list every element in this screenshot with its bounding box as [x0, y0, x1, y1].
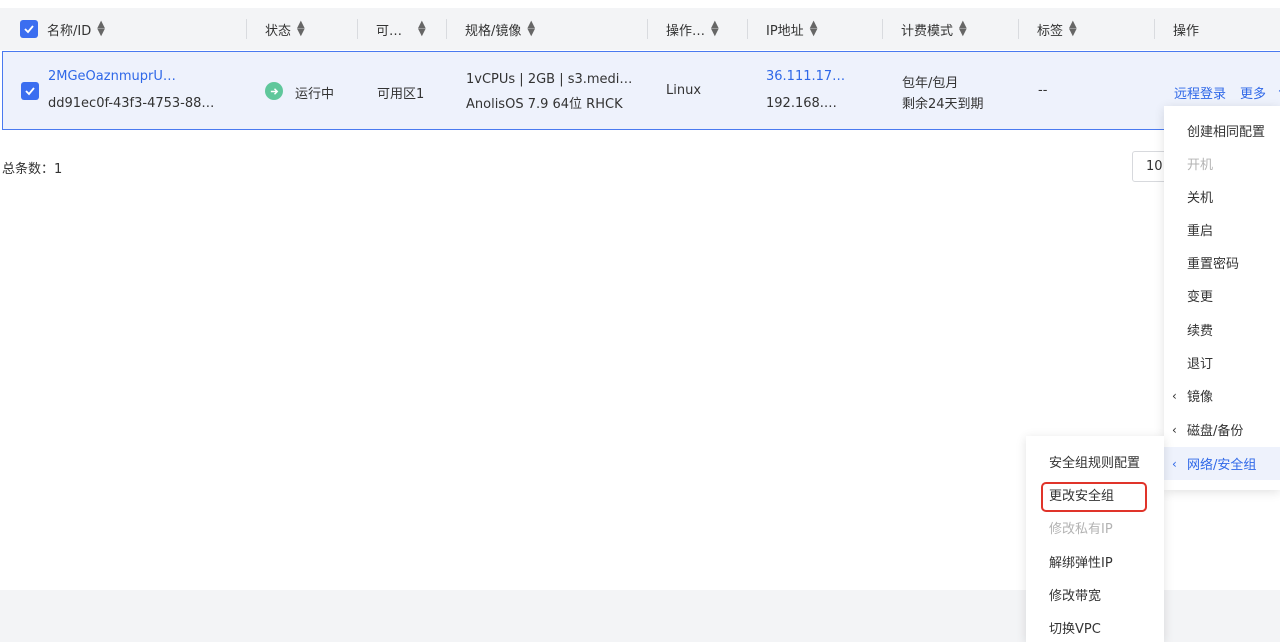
instance-name-link[interactable]: 2MGeOaznmuprU…: [48, 69, 176, 84]
menu-item-reset-password[interactable]: 重置密码: [1164, 246, 1280, 279]
header-checkbox[interactable]: [20, 8, 38, 50]
image-text: AnolisOS 7.9 64位 RHCK: [466, 97, 623, 112]
chevron-left-icon: ‹: [1172, 388, 1177, 403]
column-header-status[interactable]: 状态 ▲ ▼: [265, 8, 305, 50]
spec-text: 1vCPUs | 2GB | s3.medi…: [466, 72, 633, 87]
sort-icon[interactable]: ▲ ▼: [97, 20, 105, 38]
more-actions-menu: 创建相同配置 开机 关机 重启 重置密码 变更 续费 退订 ‹ 镜像 ‹ 磁盘/备份…: [1164, 106, 1280, 490]
sort-icon[interactable]: ▲ ▼: [527, 20, 535, 38]
column-divider: [882, 19, 883, 39]
table-header: 名称/ID ▲ ▼ 状态 ▲ ▼ 可… ▲ ▼ 规格/镜像 ▲ ▼ 操作… ▲ ▼ IP地址 ▲ ▼ 计…: [0, 8, 1280, 50]
chevron-up-icon: ⌃: [1276, 87, 1280, 102]
column-header-zone[interactable]: 可… ▲ ▼: [376, 8, 426, 50]
menu-item-restart[interactable]: 重启: [1164, 213, 1280, 246]
column-divider: [647, 19, 648, 39]
menu-item-change[interactable]: 变更: [1164, 279, 1280, 312]
submenu-item-unbind-eip[interactable]: 解绑弹性IP: [1026, 545, 1164, 578]
sort-icon[interactable]: ▲ ▼: [297, 20, 305, 38]
os-text: Linux: [666, 83, 702, 98]
check-icon: [24, 25, 34, 34]
running-status-icon: [265, 82, 283, 100]
submenu-item-switch-vpc[interactable]: 切换VPC: [1026, 611, 1164, 642]
highlight-annotation: [1041, 482, 1147, 512]
select-all-checkbox[interactable]: [20, 20, 38, 38]
column-divider: [446, 19, 447, 39]
private-ip-text: 192.168.…: [766, 96, 837, 111]
submenu-item-security-group-rules[interactable]: 安全组规则配置: [1026, 445, 1164, 478]
menu-item-unsubscribe[interactable]: 退订: [1164, 346, 1280, 379]
column-header-actions: 操作: [1173, 23, 1200, 39]
row-checkbox[interactable]: [21, 82, 39, 100]
menu-item-create-same-config[interactable]: 创建相同配置: [1164, 114, 1280, 147]
menu-item-power-on: 开机: [1187, 158, 1214, 173]
instance-id: dd91ec0f-43f3-4753-88…: [48, 96, 215, 111]
column-divider: [1018, 19, 1019, 39]
menu-item-disk-backup[interactable]: ‹ 磁盘/备份: [1164, 413, 1280, 446]
billing-remaining-text: 剩余24天到期: [902, 97, 984, 112]
column-divider: [357, 19, 358, 39]
column-header-spec[interactable]: 规格/镜像 ▲ ▼: [465, 8, 535, 50]
sort-icon[interactable]: ▲ ▼: [810, 20, 818, 38]
sort-icon[interactable]: ▲ ▼: [1069, 20, 1077, 38]
billing-mode-text: 包年/包月: [902, 76, 959, 91]
check-icon: [25, 87, 35, 96]
menu-item-renew[interactable]: 续费: [1164, 313, 1280, 346]
total-count: 总条数：1: [2, 162, 63, 177]
column-header-tag[interactable]: 标签 ▲ ▼: [1037, 8, 1077, 50]
menu-item-image[interactable]: ‹ 镜像: [1164, 379, 1280, 412]
column-divider: [747, 19, 748, 39]
column-header-billing[interactable]: 计费模式 ▲ ▼: [901, 8, 967, 50]
menu-item-network-security-group[interactable]: ‹ 网络/安全组: [1164, 447, 1280, 480]
public-ip-link[interactable]: 36.111.17…: [766, 69, 845, 84]
zone-text: 可用区1: [377, 87, 425, 102]
sort-icon[interactable]: ▲ ▼: [959, 20, 967, 38]
sort-icon[interactable]: ▲ ▼: [418, 20, 426, 38]
column-header-name[interactable]: 名称/ID ▲ ▼: [47, 8, 105, 50]
submenu-item-modify-private-ip: 修改私有IP: [1049, 522, 1113, 537]
chevron-left-icon: ‹: [1172, 456, 1177, 471]
column-header-os[interactable]: 操作… ▲ ▼: [666, 8, 719, 50]
more-actions-link[interactable]: 更多 ⌃: [1240, 83, 1280, 102]
chevron-left-icon: ‹: [1172, 422, 1177, 437]
table-row[interactable]: 2MGeOaznmuprU… dd91ec0f-43f3-4753-88… 运行…: [2, 51, 1280, 130]
sort-icon[interactable]: ▲ ▼: [711, 20, 719, 38]
remote-login-link[interactable]: 远程登录: [1174, 83, 1226, 102]
status-text: 运行中: [295, 87, 335, 102]
menu-item-power-off[interactable]: 关机: [1164, 180, 1280, 213]
network-submenu: 安全组规则配置 更改安全组 修改私有IP 解绑弹性IP 修改带宽 切换VPC: [1026, 436, 1164, 642]
column-header-ip[interactable]: IP地址 ▲ ▼: [766, 8, 817, 50]
column-divider: [1154, 19, 1155, 39]
tag-text: --: [1038, 83, 1048, 98]
submenu-item-modify-bandwidth[interactable]: 修改带宽: [1026, 578, 1164, 611]
column-divider: [246, 19, 247, 39]
